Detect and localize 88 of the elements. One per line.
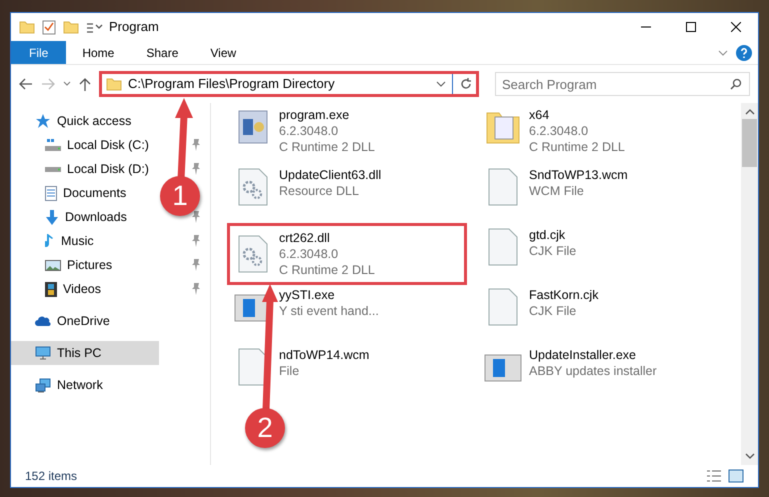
file-detail: File: [279, 363, 300, 379]
sidebar-item[interactable]: Videos: [11, 277, 159, 301]
file-item[interactable]: UpdateInstaller.exe ABBY updates installer: [479, 345, 715, 405]
file-name: SndToWP13.wcm: [529, 167, 628, 183]
maximize-icon: [686, 22, 696, 32]
file-item[interactable]: x64 6.2.3048.0 C Runtime 2 DLL: [479, 105, 715, 165]
scroll-up-icon[interactable]: [744, 107, 754, 117]
pin-icon[interactable]: [191, 163, 201, 175]
file-item[interactable]: crt262.dll 6.2.3048.0 C Runtime 2 DLL: [229, 225, 465, 283]
file-item[interactable]: yySTI.exe Y sti event hand...: [229, 285, 465, 345]
file-name: UpdateClient63.dll: [279, 167, 382, 183]
recent-locations-icon[interactable]: [63, 80, 71, 88]
scrollbar[interactable]: [741, 103, 758, 465]
expand-ribbon-icon[interactable]: [718, 48, 728, 58]
sidebar-item[interactable]: Local Disk (D:): [11, 157, 159, 181]
sidebar-item[interactable]: Music: [11, 229, 159, 253]
file-detail: Y sti event hand...: [279, 303, 379, 319]
picture-icon: [45, 260, 61, 270]
ribbon-tab[interactable]: View: [194, 41, 252, 64]
file-detail: 6.2.3048.0: [279, 123, 340, 139]
file-item[interactable]: FastKorn.cjk CJK File: [479, 285, 715, 345]
file-name: gtd.cjk: [529, 227, 566, 243]
file-item[interactable]: gtd.cjk CJK File: [479, 225, 715, 285]
up-icon[interactable]: [79, 77, 91, 91]
pin-icon[interactable]: [191, 211, 201, 223]
file-item[interactable]: UpdateClient63.dll Resource DLL: [229, 165, 465, 225]
drive-icon: [45, 166, 61, 172]
cloud-icon: [35, 316, 51, 326]
file-name: x64: [529, 107, 550, 123]
scroll-down-icon[interactable]: [744, 451, 754, 461]
search-icon: [730, 78, 742, 90]
refresh-icon[interactable]: [459, 77, 473, 91]
file-detail: CJK File: [529, 303, 578, 319]
sidebar-item[interactable]: Local Disk (C:): [11, 133, 159, 157]
file-detail: Resource DLL: [279, 183, 360, 199]
file-detail: CJK File: [529, 243, 576, 259]
document-icon: [45, 186, 57, 200]
search-field[interactable]: Search Program: [495, 72, 750, 96]
properties-icon[interactable]: [41, 19, 57, 35]
file-name: program.exe: [279, 107, 350, 123]
sidebar-item[interactable]: This PC: [11, 341, 159, 365]
window-title: Program: [109, 18, 159, 36]
network-icon: [35, 378, 51, 392]
file-detail: ABBY updates installer: [529, 363, 657, 379]
sidebar-item[interactable]: Network: [11, 373, 159, 397]
large-icons-view-icon[interactable]: [728, 469, 744, 483]
help-icon[interactable]: [736, 44, 752, 60]
sidebar-item[interactable]: Pictures: [11, 253, 159, 277]
file-item[interactable]: program.exe 6.2.3048.0 C Runtime 2 DLL: [229, 105, 465, 165]
file-name: ndToWP14.wcm: [279, 347, 370, 363]
sidebar-item[interactable]: Quick access: [11, 109, 159, 133]
file-name: UpdateInstaller.exe: [529, 347, 638, 363]
sidebar-item[interactable]: Downloads: [11, 205, 159, 229]
monitor-icon: [35, 346, 51, 360]
item-count: 152 items: [25, 468, 78, 485]
sidebar-item[interactable]: OneDrive: [11, 309, 159, 333]
address-path: C:\Program Files\Program Directory: [128, 75, 336, 94]
file-item[interactable]: ndToWP14.wcm File: [229, 345, 465, 405]
back-icon[interactable]: [19, 78, 33, 90]
address-bar[interactable]: C:\Program Files\Program Directory: [99, 71, 479, 97]
dropdown-icon[interactable]: [436, 79, 446, 89]
star-icon: [35, 114, 51, 128]
sidebar-item[interactable]: Documents: [11, 181, 159, 205]
file-detail: C Runtime 2 DLL: [279, 262, 375, 278]
pin-icon[interactable]: [191, 259, 201, 271]
file-detail: C Runtime 2 DLL: [279, 139, 375, 155]
details-view-icon[interactable]: [706, 469, 722, 483]
file-name: FastKorn.cjk: [529, 287, 598, 303]
ribbon-tab[interactable]: File: [11, 41, 66, 64]
close-icon: [730, 22, 740, 32]
download-icon: [45, 210, 59, 224]
file-detail: 6.2.3048.0: [529, 123, 590, 139]
file-detail: WCM File: [529, 183, 585, 199]
pin-icon[interactable]: [191, 235, 201, 247]
file-detail: C Runtime 2 DLL: [529, 139, 625, 155]
file-detail: 6.2.3048.0: [279, 246, 340, 262]
ribbon-tab[interactable]: Share: [130, 41, 194, 64]
folder-icon: [106, 76, 122, 92]
drive-icon: [45, 139, 61, 151]
file-name: crt262.dll: [279, 230, 331, 246]
file-name: yySTI.exe: [279, 287, 336, 303]
scrollbar-thumb[interactable]: [742, 119, 757, 167]
ribbon-tab[interactable]: Home: [66, 41, 130, 64]
film-icon: [45, 282, 57, 296]
file-item[interactable]: SndToWP13.wcm WCM File: [479, 165, 715, 225]
pin-icon[interactable]: [191, 139, 201, 151]
music-note-icon: [45, 234, 55, 248]
pin-icon[interactable]: [191, 283, 201, 295]
